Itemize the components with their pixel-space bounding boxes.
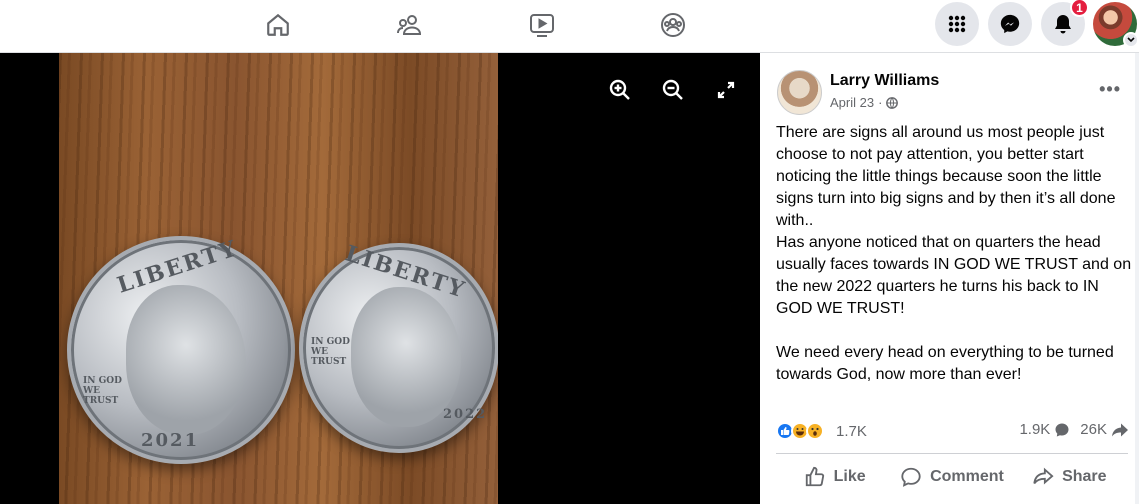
- grid-icon: [948, 15, 966, 33]
- share-count-value: 26K: [1080, 421, 1107, 438]
- comment-button-label: Comment: [930, 468, 1004, 485]
- chevron-down-icon[interactable]: [1123, 32, 1139, 48]
- comment-icon: [901, 467, 921, 487]
- post-date[interactable]: April 23: [830, 95, 874, 110]
- friends-icon[interactable]: [393, 8, 427, 42]
- coin-year-text: 2022: [443, 407, 488, 422]
- notifications-button[interactable]: 1: [1041, 0, 1089, 46]
- comment-bubble-icon: [1055, 423, 1069, 436]
- comment-button[interactable]: Comment: [893, 457, 1010, 497]
- actions-divider: [776, 453, 1128, 454]
- coin-motto-text: IN GOD WE TRUST: [311, 337, 350, 367]
- post-meta: April 23 ·: [830, 95, 899, 110]
- reaction-count[interactable]: 1.7K: [836, 423, 867, 440]
- share-count[interactable]: 26K: [1080, 421, 1129, 438]
- share-icon: [1033, 467, 1054, 485]
- bell-icon: [1055, 15, 1071, 34]
- messenger-button[interactable]: [988, 2, 1032, 46]
- reactions-summary[interactable]: 1.7K: [776, 421, 867, 441]
- more-options-button[interactable]: •••: [1099, 79, 1121, 100]
- post-photo: LIBERTY IN GOD WE TRUST 2021 LIBERTY IN …: [59, 53, 498, 504]
- menu-grid-button[interactable]: [935, 2, 979, 46]
- home-icon[interactable]: [261, 8, 295, 42]
- globe-icon: [886, 96, 899, 109]
- wow-reaction-icon: [806, 422, 824, 440]
- post-actions-bar: Like Comment Share: [776, 457, 1128, 497]
- engagement-counts: 1.9K 26K: [1019, 421, 1129, 438]
- share-button[interactable]: Share: [1011, 457, 1128, 497]
- photo-viewer: LIBERTY IN GOD WE TRUST 2021 LIBERTY IN …: [0, 53, 760, 504]
- thumbs-up-icon: [805, 466, 824, 487]
- share-button-label: Share: [1062, 468, 1107, 485]
- notification-badge: 1: [1070, 0, 1089, 17]
- profile-avatar[interactable]: [1093, 2, 1139, 48]
- comment-count-value: 1.9K: [1019, 421, 1051, 438]
- zoom-out-icon[interactable]: [660, 77, 686, 103]
- post-text: There are signs all around us most peopl…: [776, 124, 1132, 383]
- share-arrow-icon: [1112, 423, 1128, 436]
- washington-profile-right: [351, 287, 461, 427]
- quarter-coin-2022: LIBERTY IN GOD WE TRUST 2022: [299, 240, 498, 453]
- messenger-icon: [1000, 14, 1020, 34]
- coin-year-text: 2021: [141, 430, 200, 451]
- quarter-coin-2021: LIBERTY IN GOD WE TRUST 2021: [67, 235, 295, 464]
- post-details-panel: Larry Williams April 23 · ••• There are …: [760, 53, 1139, 504]
- fullscreen-icon[interactable]: [713, 77, 739, 103]
- groups-icon[interactable]: [656, 8, 690, 42]
- zoom-in-icon[interactable]: [607, 77, 633, 103]
- coin-motto-text: IN GOD WE TRUST: [83, 376, 122, 406]
- panel-scrollbar[interactable]: [1135, 53, 1139, 504]
- washington-profile-left: [126, 285, 246, 435]
- comment-count[interactable]: 1.9K: [1019, 421, 1070, 438]
- like-button[interactable]: Like: [776, 457, 893, 497]
- author-avatar[interactable]: [777, 70, 822, 115]
- date-separator: ·: [878, 95, 883, 110]
- like-button-label: Like: [833, 468, 866, 485]
- watch-icon[interactable]: [525, 8, 559, 42]
- author-name[interactable]: Larry Williams: [830, 72, 939, 90]
- top-navigation-bar: 1: [0, 0, 1139, 53]
